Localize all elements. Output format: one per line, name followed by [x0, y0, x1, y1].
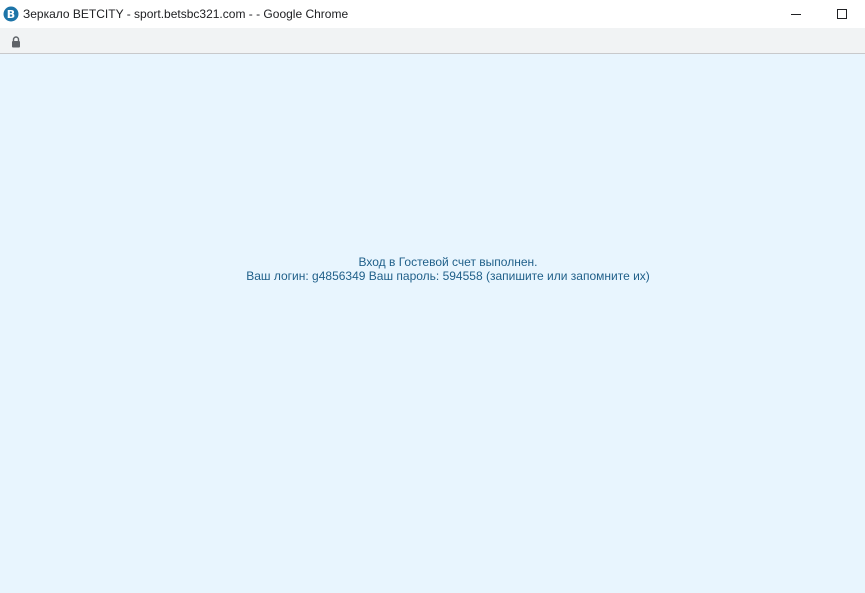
- minimize-button[interactable]: [773, 0, 819, 28]
- window-title: Зеркало BETCITY - sport.betsbc321.com - …: [23, 7, 349, 21]
- address-bar: [0, 28, 865, 54]
- page-content: Вход в Гостевой счет выполнен. Ваш логин…: [0, 54, 865, 593]
- maximize-button[interactable]: [819, 0, 865, 28]
- login-success-text: Вход в Гостевой счет выполнен.: [358, 255, 538, 269]
- lock-icon[interactable]: [11, 35, 21, 47]
- maximize-icon: [837, 9, 847, 19]
- window-controls: [773, 0, 865, 28]
- browser-window: B Зеркало BETCITY - sport.betsbc321.com …: [0, 0, 865, 593]
- betcity-logo-icon: B: [3, 6, 19, 22]
- guest-login-message: Вход в Гостевой счет выполнен. Ваш логин…: [0, 255, 865, 283]
- minimize-icon: [791, 14, 801, 15]
- svg-text:B: B: [7, 8, 15, 21]
- credentials-text: Ваш логин: g4856349 Ваш пароль: 594558 (…: [246, 269, 650, 283]
- title-bar[interactable]: B Зеркало BETCITY - sport.betsbc321.com …: [0, 0, 865, 28]
